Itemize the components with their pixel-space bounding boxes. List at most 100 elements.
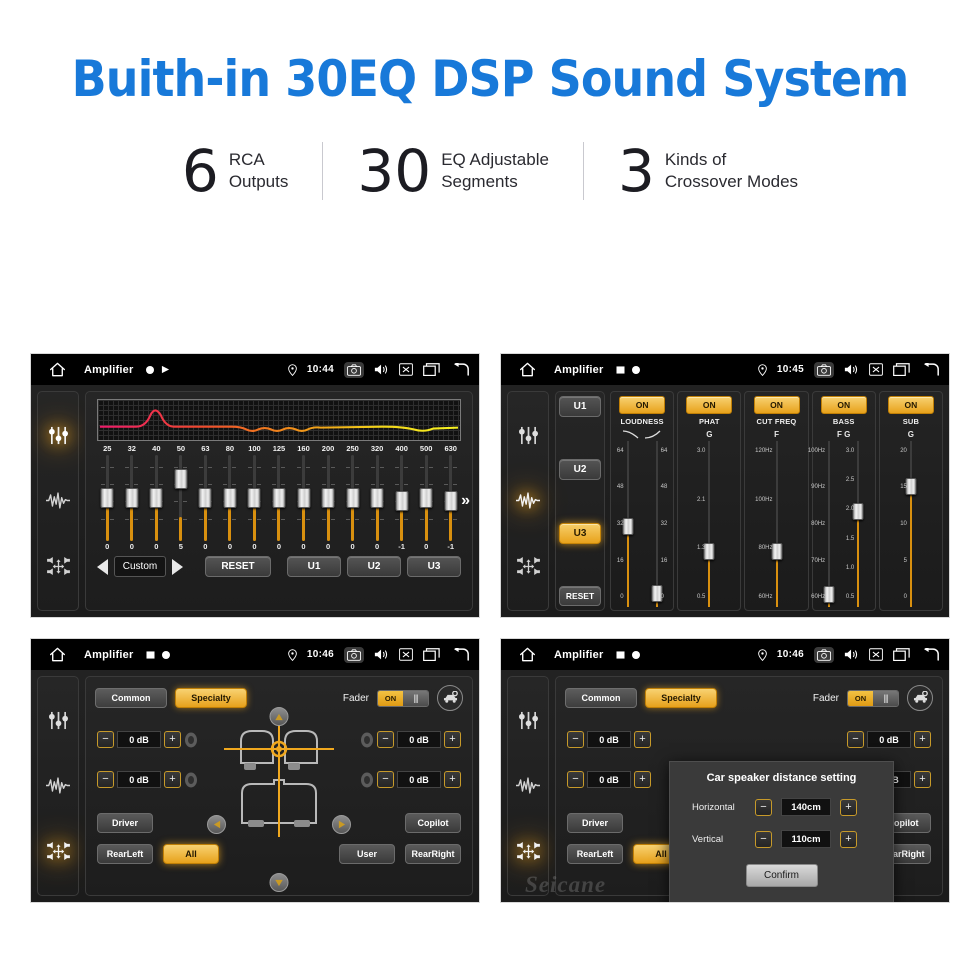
plus-button[interactable]: +: [164, 771, 181, 788]
back-icon[interactable]: [920, 647, 940, 662]
mute-icon[interactable]: [869, 363, 883, 376]
plus-button[interactable]: +: [634, 771, 651, 788]
plus-button[interactable]: +: [840, 798, 857, 816]
effect-slider-thumb[interactable]: [703, 543, 715, 561]
seat-rearleft-button[interactable]: RearLeft: [97, 844, 153, 864]
volume-icon[interactable]: [374, 648, 389, 661]
equalizer-icon[interactable]: [48, 711, 69, 730]
eq-slider-bank[interactable]: [95, 455, 463, 541]
seat-all-button[interactable]: All: [163, 844, 219, 864]
eq-slider[interactable]: [144, 455, 169, 541]
balance-icon[interactable]: [516, 842, 540, 861]
seat-rearleft-button[interactable]: RearLeft: [567, 844, 623, 864]
seat-user-button[interactable]: User: [339, 844, 395, 864]
eq-slider[interactable]: [340, 455, 365, 541]
volume-icon[interactable]: [844, 363, 859, 376]
waveform-icon[interactable]: [46, 492, 70, 510]
seat-driver-button[interactable]: Driver: [567, 813, 623, 833]
eq-slider[interactable]: [95, 455, 120, 541]
preset-u3-button[interactable]: U3: [407, 556, 461, 577]
eq-slider-thumb[interactable]: [100, 488, 114, 508]
eq-slider[interactable]: [291, 455, 316, 541]
plus-button[interactable]: +: [444, 731, 461, 748]
waveform-icon[interactable]: [516, 777, 540, 795]
eq-slider-thumb[interactable]: [297, 488, 311, 508]
car-settings-icon[interactable]: [907, 685, 933, 711]
recents-icon[interactable]: [423, 648, 440, 661]
eq-slider[interactable]: [414, 455, 439, 541]
eq-slider[interactable]: [120, 455, 145, 541]
eq-slider-thumb[interactable]: [223, 488, 237, 508]
minus-button[interactable]: −: [567, 771, 584, 788]
preset-u2-button[interactable]: U2: [347, 556, 401, 577]
plus-button[interactable]: +: [164, 731, 181, 748]
effect-slider[interactable]: 20 15 10 5 0: [882, 441, 940, 607]
minus-button[interactable]: −: [97, 731, 114, 748]
minus-button[interactable]: −: [847, 731, 864, 748]
waveform-icon[interactable]: [516, 492, 540, 510]
plus-button[interactable]: +: [840, 830, 857, 848]
eq-slider-thumb[interactable]: [444, 491, 458, 512]
camera-icon[interactable]: [814, 646, 834, 663]
back-icon[interactable]: [450, 362, 470, 377]
equalizer-icon[interactable]: [518, 426, 539, 445]
eq-slider[interactable]: [218, 455, 243, 541]
camera-icon[interactable]: [344, 361, 364, 378]
eq-slider[interactable]: [242, 455, 267, 541]
plus-button[interactable]: +: [914, 731, 931, 748]
minus-button[interactable]: −: [377, 731, 394, 748]
reset-button[interactable]: RESET: [205, 556, 271, 577]
eq-slider-thumb[interactable]: [198, 488, 212, 508]
eq-slider-thumb[interactable]: [346, 488, 360, 508]
eq-slider-thumb[interactable]: [174, 469, 188, 490]
back-icon[interactable]: [920, 362, 940, 377]
seat-copilot-button[interactable]: Copilot: [405, 813, 461, 833]
eq-slider-thumb[interactable]: [395, 491, 409, 512]
tab-specialty[interactable]: Specialty: [175, 688, 247, 708]
minus-button[interactable]: −: [755, 798, 772, 816]
effect-slider-thumb[interactable]: [852, 503, 864, 521]
mute-icon[interactable]: [869, 648, 883, 661]
effect-slider[interactable]: 3.0 2.1 1.3 0.5: [680, 441, 738, 607]
tab-common[interactable]: Common: [565, 688, 637, 708]
effect-slider-thumb[interactable]: [823, 586, 835, 604]
plus-button[interactable]: +: [914, 771, 931, 788]
move-up-button[interactable]: [269, 707, 289, 726]
eq-slider-thumb[interactable]: [370, 488, 384, 508]
preset-u1-button[interactable]: U1: [559, 396, 601, 417]
volume-icon[interactable]: [844, 648, 859, 661]
tab-specialty[interactable]: Specialty: [645, 688, 717, 708]
eq-slider[interactable]: [438, 455, 463, 541]
eq-slider[interactable]: [316, 455, 341, 541]
effect-slider[interactable]: 3.0 2.5 2.0 1.5 1.0 0.5: [844, 441, 873, 607]
balance-icon[interactable]: [516, 557, 540, 576]
recents-icon[interactable]: [893, 648, 910, 661]
eq-slider[interactable]: [169, 455, 194, 541]
reset-button[interactable]: RESET: [559, 585, 601, 606]
mute-icon[interactable]: [399, 648, 413, 661]
recents-icon[interactable]: [893, 363, 910, 376]
minus-button[interactable]: −: [567, 731, 584, 748]
effect-toggle[interactable]: ON: [686, 396, 733, 414]
preset-u1-button[interactable]: U1: [287, 556, 341, 577]
equalizer-icon[interactable]: [518, 711, 539, 730]
effect-toggle[interactable]: ON: [753, 396, 800, 414]
eq-slider[interactable]: [389, 455, 414, 541]
home-icon[interactable]: [40, 362, 74, 377]
next-preset-button[interactable]: [172, 558, 183, 575]
minus-button[interactable]: −: [377, 771, 394, 788]
plus-button[interactable]: +: [634, 731, 651, 748]
eq-slider-thumb[interactable]: [272, 488, 286, 508]
balance-icon[interactable]: [46, 557, 70, 576]
effect-toggle[interactable]: ON: [887, 396, 934, 414]
eq-slider-thumb[interactable]: [149, 488, 163, 508]
mute-icon[interactable]: [399, 363, 413, 376]
seat-rearright-button[interactable]: RearRight: [405, 844, 461, 864]
waveform-icon[interactable]: [46, 777, 70, 795]
eq-slider-thumb[interactable]: [419, 488, 433, 508]
confirm-button[interactable]: Confirm: [745, 864, 818, 887]
effect-toggle[interactable]: ON: [619, 396, 666, 414]
move-right-button[interactable]: [332, 815, 351, 834]
fader-toggle[interactable]: ON |||: [377, 689, 429, 707]
expand-chevron-icon[interactable]: »: [461, 492, 470, 510]
